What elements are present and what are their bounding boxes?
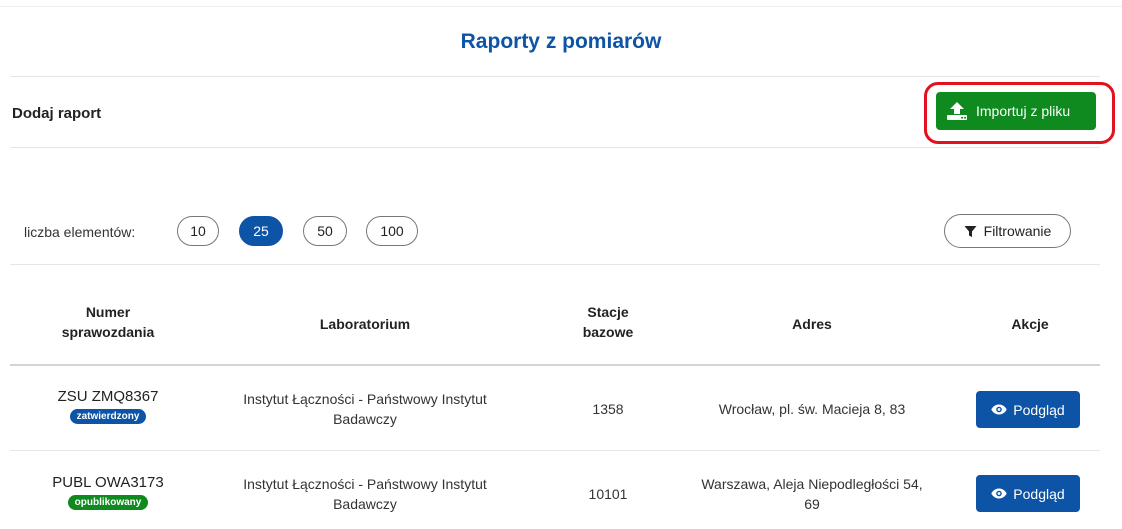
laboratory-line1: Instytut Łączności - Państwowy Instytut (243, 391, 487, 407)
report-number-cell: PUBL OWA3173 opublikowany (28, 474, 188, 510)
divider (10, 76, 1100, 77)
address-cell: Wrocław, pl. św. Macieja 8, 83 (672, 399, 952, 419)
per-page-option-25[interactable]: 25 (239, 216, 283, 246)
report-number-cell: ZSU ZMQ8367 zatwierdzony (28, 388, 188, 424)
import-button-label: Importuj z pliku (976, 103, 1071, 119)
divider (10, 147, 1100, 148)
address-cell: Warszawa, Aleja Niepodległości 54, 69 (672, 474, 952, 514)
view-button[interactable]: Podgląd (976, 391, 1080, 428)
laboratory-cell: Instytut Łączności - Państwowy Instytut … (195, 389, 535, 429)
view-button-label: Podgląd (1013, 401, 1065, 418)
base-stations-cell: 1358 (592, 401, 624, 417)
laboratory-line2: Badawczy (333, 496, 397, 512)
column-header-number-line2: sprawozdania (61, 324, 155, 340)
column-header-number: Numer sprawozdania (38, 302, 178, 342)
filter-button-label: Filtrowanie (983, 223, 1052, 239)
filter-button[interactable]: Filtrowanie (944, 214, 1071, 248)
column-header-base-stations: Stacje bazowe (568, 302, 648, 342)
view-button-label: Podgląd (1013, 485, 1065, 502)
per-page-option-50[interactable]: 50 (303, 216, 347, 246)
status-badge: zatwierdzony (69, 409, 147, 424)
column-header-laboratory: Laboratorium (319, 316, 411, 332)
items-per-page-label: liczba elementów: (24, 224, 136, 240)
report-number: ZSU ZMQ8367 (57, 388, 159, 405)
row-divider (10, 450, 1100, 451)
add-report-label: Dodaj raport (12, 105, 102, 122)
column-header-number-line1: Numer (85, 304, 131, 320)
import-from-file-button[interactable]: Importuj z pliku (936, 92, 1096, 130)
column-header-stations-line1: Stacje (587, 304, 629, 320)
table-header-divider (10, 364, 1100, 366)
eye-icon (991, 404, 1007, 415)
divider (10, 264, 1100, 265)
laboratory-line2: Badawczy (333, 411, 397, 427)
address-line1: Warszawa, Aleja Niepodległości 54, (701, 476, 923, 492)
funnel-icon (964, 225, 977, 237)
column-header-address: Adres (792, 316, 832, 332)
per-page-option-100[interactable]: 100 (366, 216, 418, 246)
per-page-option-10[interactable]: 10 (177, 216, 219, 246)
column-header-actions: Akcje (1011, 316, 1049, 332)
base-stations-cell: 10101 (588, 486, 628, 502)
laboratory-line1: Instytut Łączności - Państwowy Instytut (243, 476, 487, 492)
column-header-stations-line2: bazowe (582, 324, 634, 340)
view-button[interactable]: Podgląd (976, 475, 1080, 512)
page-title: Raporty z pomiarów (460, 30, 662, 53)
report-number: PUBL OWA3173 (52, 474, 164, 491)
laboratory-cell: Instytut Łączności - Państwowy Instytut … (195, 474, 535, 514)
eye-icon (991, 488, 1007, 499)
address-line1: Wrocław, pl. św. Macieja 8, 83 (718, 401, 906, 417)
address-line2: 69 (804, 496, 820, 512)
upload-icon (947, 102, 967, 120)
status-badge: opublikowany (67, 495, 149, 510)
